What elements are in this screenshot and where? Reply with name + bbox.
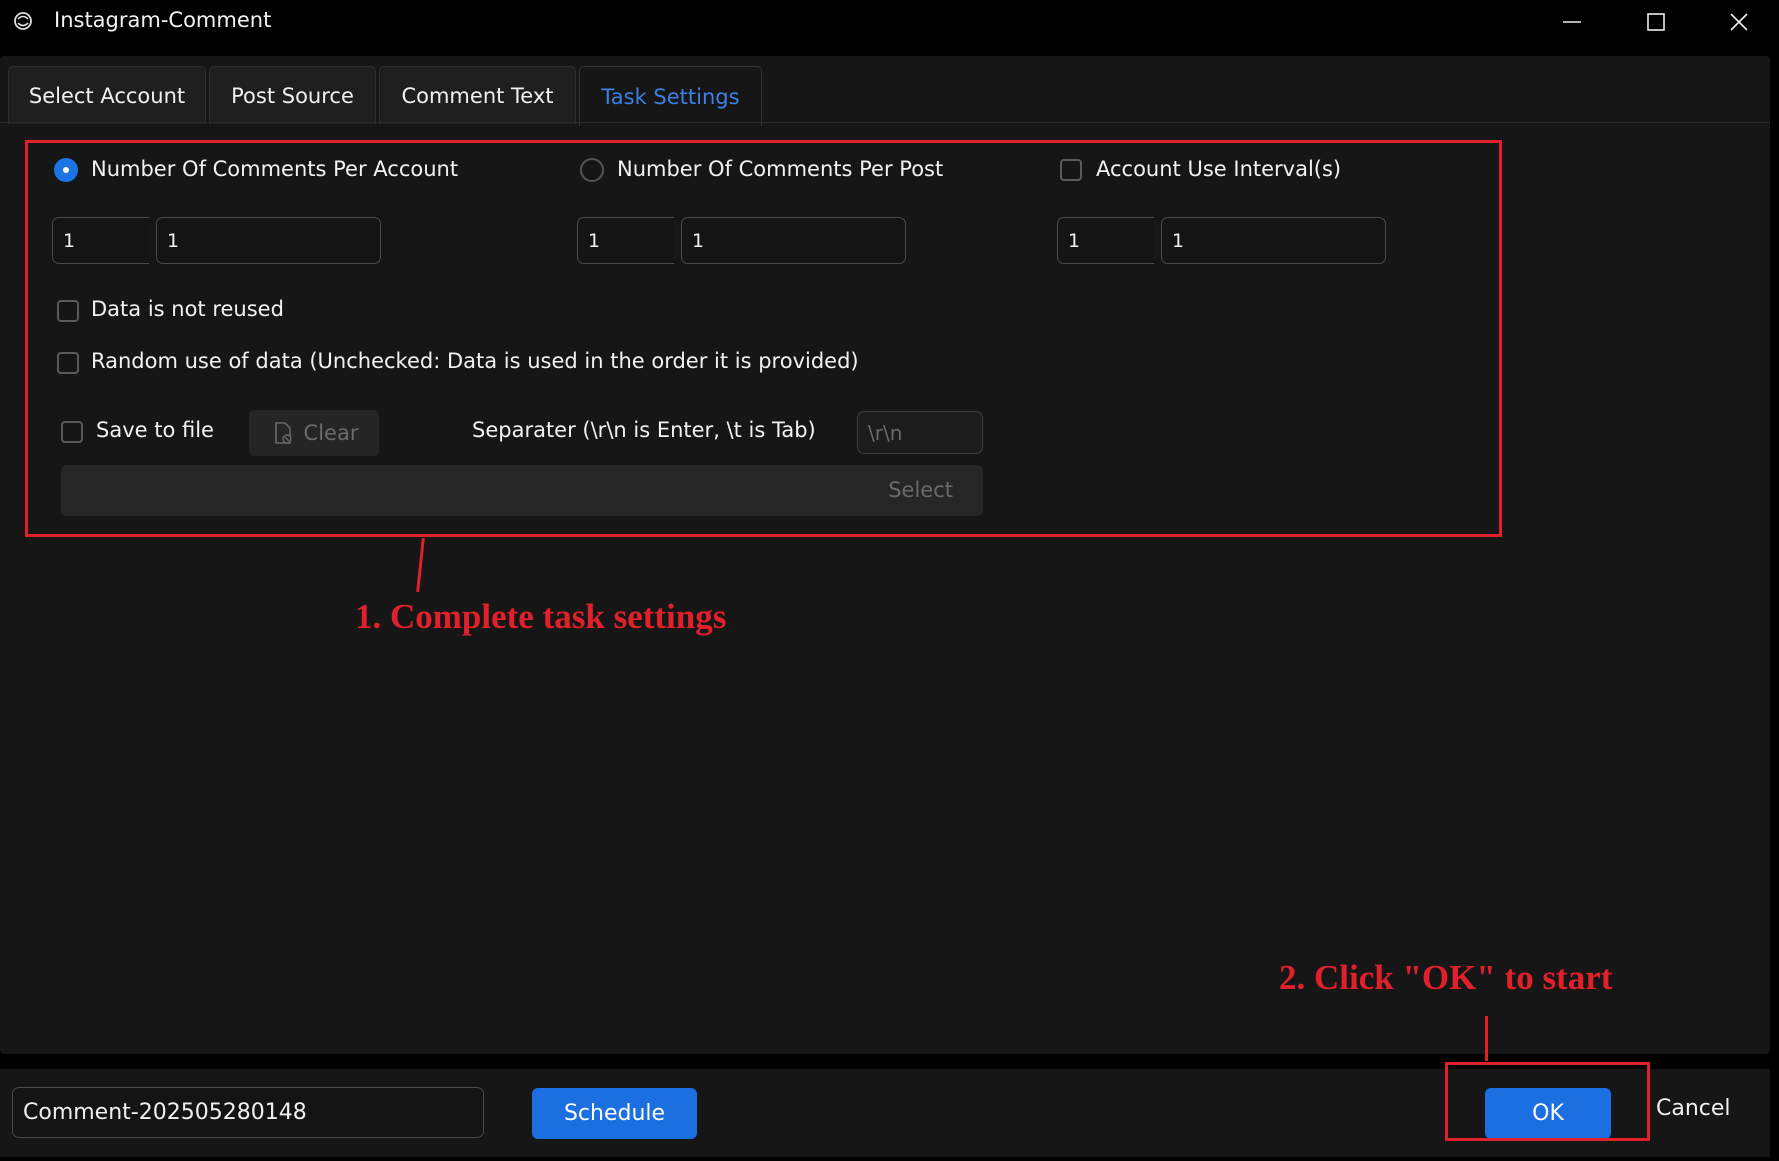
annotation-step1: 1. Complete task settings (355, 597, 727, 636)
minimize-button[interactable] (1530, 0, 1614, 44)
tab-post-source[interactable]: Post Source (209, 66, 376, 124)
close-button[interactable] (1697, 0, 1779, 44)
app-icon (10, 10, 36, 36)
minimize-icon (1563, 21, 1581, 23)
cancel-button[interactable]: Cancel (1656, 1096, 1731, 1121)
tab-comment-text[interactable]: Comment Text (379, 66, 576, 124)
task-name-input[interactable]: Comment-202505280148 (12, 1087, 484, 1138)
close-icon (1730, 13, 1748, 31)
maximize-icon (1647, 13, 1665, 31)
annotation-box-ok (1445, 1062, 1650, 1141)
annotation-step2: 2. Click "OK" to start (1279, 958, 1613, 997)
annotation-box-settings (25, 140, 1502, 537)
annotation-pointer-2 (1485, 1016, 1488, 1061)
maximize-button[interactable] (1614, 0, 1698, 44)
title-bar: Instagram-Comment (0, 0, 1779, 48)
tab-select-account[interactable]: Select Account (8, 66, 206, 124)
schedule-button[interactable]: Schedule (532, 1088, 697, 1139)
tab-task-settings[interactable]: Task Settings (579, 66, 762, 126)
window-title: Instagram-Comment (54, 8, 272, 32)
tab-divider (0, 122, 1770, 123)
